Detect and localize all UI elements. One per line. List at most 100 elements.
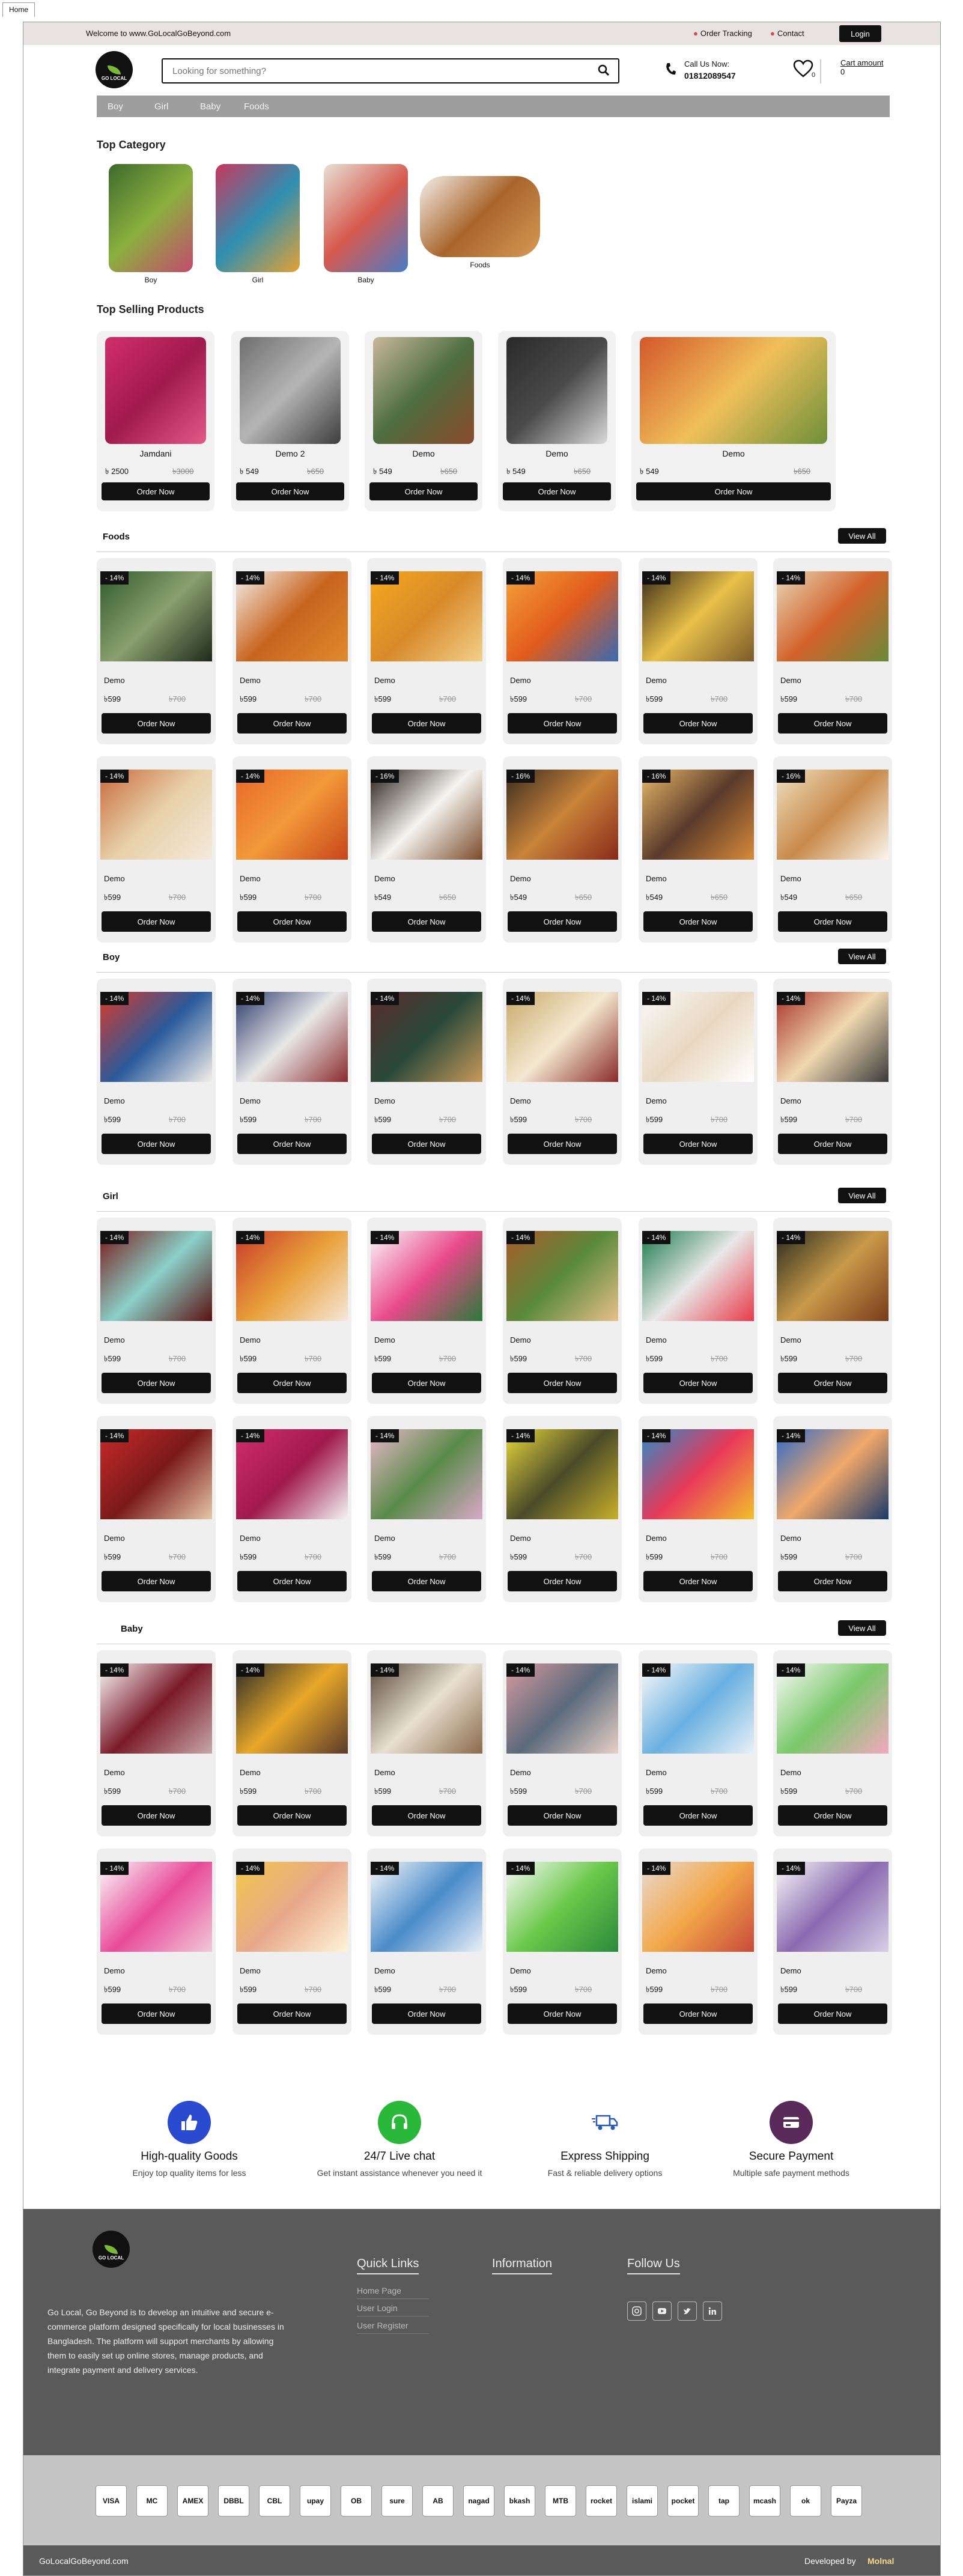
product-image[interactable] [506, 571, 618, 661]
order-now-button[interactable]: Order Now [237, 1571, 347, 1591]
product-image[interactable] [236, 1663, 348, 1754]
product-image[interactable] [777, 1663, 889, 1754]
product-image[interactable] [642, 1862, 754, 1952]
youtube-icon[interactable] [652, 2301, 672, 2321]
order-now-button[interactable]: Order Now [102, 2003, 211, 2024]
order-now-button[interactable]: Order Now [237, 2003, 347, 2024]
view-all-button[interactable]: View All [838, 528, 886, 544]
site-logo[interactable]: GO LOCAL [96, 51, 133, 88]
nav-item-baby[interactable]: Baby [200, 102, 220, 112]
product-image[interactable] [236, 770, 348, 860]
order-now-button[interactable]: Order Now [778, 1571, 887, 1591]
order-now-button[interactable]: Order Now [237, 911, 347, 932]
order-now-button[interactable]: Order Now [372, 911, 481, 932]
quick-link-login[interactable]: User Login [357, 2303, 429, 2316]
order-now-button[interactable]: Order Now [508, 1373, 617, 1393]
order-tracking-link[interactable]: ● Order Tracking [693, 29, 752, 38]
product-image[interactable] [236, 1862, 348, 1952]
product-image[interactable] [642, 770, 754, 860]
order-now-button[interactable]: Order Now [508, 2003, 617, 2024]
order-now-button[interactable]: Order Now [643, 1805, 753, 1826]
product-image[interactable] [105, 337, 206, 444]
order-now-button[interactable]: Order Now [102, 911, 211, 932]
product-image[interactable] [642, 1231, 754, 1321]
order-now-button[interactable]: Order Now [778, 911, 887, 932]
order-now-button[interactable]: Order Now [778, 1134, 887, 1154]
product-image[interactable] [506, 992, 618, 1082]
product-image[interactable] [777, 992, 889, 1082]
order-now-button[interactable]: Order Now [102, 1373, 211, 1393]
product-image[interactable] [506, 1429, 618, 1519]
order-now-button[interactable]: Order Now [778, 2003, 887, 2024]
product-image[interactable] [100, 1231, 212, 1321]
search-input[interactable] [172, 64, 581, 77]
quick-link-home[interactable]: Home Page [357, 2286, 429, 2299]
order-now-button[interactable]: Order Now [102, 713, 211, 734]
order-now-button[interactable]: Order Now [372, 1571, 481, 1591]
order-now-button[interactable]: Order Now [643, 911, 753, 932]
product-image[interactable] [240, 337, 341, 444]
product-image[interactable] [642, 1429, 754, 1519]
order-now-button[interactable]: Order Now [636, 482, 831, 500]
product-image[interactable] [777, 770, 889, 860]
order-now-button[interactable]: Order Now [237, 1134, 347, 1154]
view-all-button[interactable]: View All [838, 1620, 886, 1636]
order-now-button[interactable]: Order Now [508, 1134, 617, 1154]
category-image[interactable] [420, 176, 540, 257]
order-now-button[interactable]: Order Now [778, 713, 887, 734]
order-now-button[interactable]: Order Now [237, 1373, 347, 1393]
product-image[interactable] [236, 1231, 348, 1321]
product-image[interactable] [642, 571, 754, 661]
order-now-button[interactable]: Order Now [369, 482, 478, 500]
order-now-button[interactable]: Order Now [372, 1805, 481, 1826]
linkedin-icon[interactable] [703, 2301, 722, 2321]
order-now-button[interactable]: Order Now [372, 1134, 481, 1154]
cart-button[interactable]: Cart amount 0 [840, 58, 884, 76]
order-now-button[interactable]: Order Now [643, 2003, 753, 2024]
order-now-button[interactable]: Order Now [372, 1373, 481, 1393]
order-now-button[interactable]: Order Now [372, 2003, 481, 2024]
product-image[interactable] [506, 337, 607, 444]
category-image[interactable] [324, 164, 408, 272]
view-all-button[interactable]: View All [838, 949, 886, 964]
product-image[interactable] [777, 571, 889, 661]
product-image[interactable] [371, 1429, 482, 1519]
developer-link[interactable]: Molnal [867, 2556, 894, 2566]
order-now-button[interactable]: Order Now [102, 1134, 211, 1154]
product-image[interactable] [642, 992, 754, 1082]
order-now-button[interactable]: Order Now [508, 1571, 617, 1591]
category-image[interactable] [216, 164, 300, 272]
product-image[interactable] [371, 571, 482, 661]
order-now-button[interactable]: Order Now [508, 1805, 617, 1826]
product-image[interactable] [100, 770, 212, 860]
product-image[interactable] [236, 1429, 348, 1519]
product-image[interactable] [640, 337, 827, 444]
product-image[interactable] [506, 1231, 618, 1321]
heart-icon[interactable] [793, 59, 813, 77]
category-foods[interactable]: Foods [420, 164, 540, 269]
product-image[interactable] [642, 1663, 754, 1754]
twitter-icon[interactable] [678, 2301, 697, 2321]
order-now-button[interactable]: Order Now [778, 1805, 887, 1826]
category-boy[interactable]: Boy [109, 164, 193, 284]
order-now-button[interactable]: Order Now [102, 1571, 211, 1591]
product-image[interactable] [506, 1663, 618, 1754]
order-now-button[interactable]: Order Now [102, 482, 210, 500]
nav-item-girl[interactable]: Girl [154, 102, 168, 112]
order-now-button[interactable]: Order Now [237, 713, 347, 734]
view-all-button[interactable]: View All [838, 1188, 886, 1203]
nav-item-foods[interactable]: Foods [244, 102, 269, 112]
product-image[interactable] [100, 571, 212, 661]
order-now-button[interactable]: Order Now [643, 1571, 753, 1591]
quick-link-register[interactable]: User Register [357, 2321, 429, 2334]
product-image[interactable] [777, 1429, 889, 1519]
order-now-button[interactable]: Order Now [503, 482, 611, 500]
product-image[interactable] [100, 1862, 212, 1952]
product-image[interactable] [506, 770, 618, 860]
product-image[interactable] [100, 1663, 212, 1754]
order-now-button[interactable]: Order Now [778, 1373, 887, 1393]
order-now-button[interactable]: Order Now [102, 1805, 211, 1826]
product-image[interactable] [371, 992, 482, 1082]
product-image[interactable] [777, 1862, 889, 1952]
contact-link[interactable]: ● Contact [770, 29, 804, 38]
